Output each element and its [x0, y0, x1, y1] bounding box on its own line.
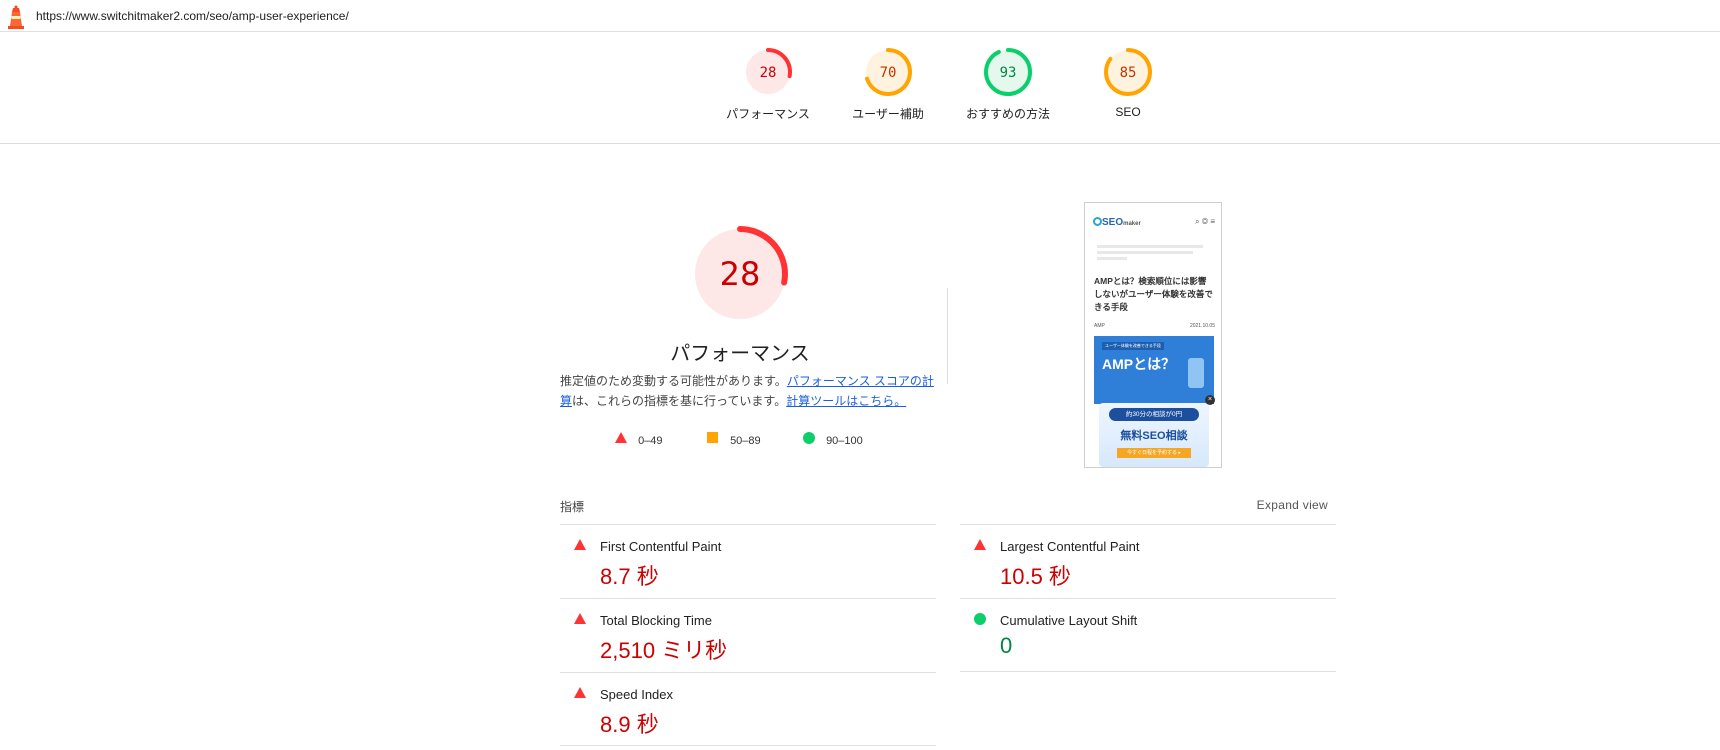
calculator-link[interactable]: 計算ツールはこちら。 [786, 394, 906, 408]
gauge-performance[interactable]: 28 パフォーマンス [698, 47, 838, 122]
score-description: 推定値のため変動する可能性があります。パフォーマンス スコアの計算は、これらの指… [560, 371, 940, 411]
metric-value: 8.7 秒 [600, 564, 659, 589]
thumb-banner: ユーザー体験を改善できる手段 AMPとは？ [1094, 336, 1214, 404]
circle-icon [974, 613, 986, 625]
thumb-header-icons: ⌕ ◎ ≡ [1195, 217, 1215, 226]
desc-text: 推定値のため変動する可能性があります。 [560, 374, 787, 388]
metric-name: Largest Contentful Paint [1000, 539, 1140, 554]
legend-range: 90–100 [826, 435, 863, 448]
gauge-accessibility[interactable]: 70 ユーザー補助 [818, 47, 958, 122]
expand-view-button[interactable]: Expand view [1230, 498, 1328, 512]
metric-fcp: First Contentful Paint 8.7 秒 [560, 524, 936, 598]
svg-text:28: 28 [760, 65, 777, 81]
triangle-icon [974, 539, 986, 550]
triangle-icon [574, 613, 586, 624]
metric-lcp: Largest Contentful Paint 10.5 秒 [960, 524, 1336, 598]
thumb-date: 2021.10.05 [1189, 323, 1215, 329]
gauge-label: SEO [1115, 105, 1141, 119]
circle-icon [803, 432, 815, 444]
svg-text:70: 70 [880, 65, 897, 81]
gauge-icon: 28 [744, 48, 792, 96]
metric-value: 2,510 ミリ秒 [600, 638, 728, 663]
metric-cls: Cumulative Layout Shift 0 [960, 598, 1336, 672]
gauge-label: パフォーマンス [726, 107, 810, 121]
divider [960, 671, 1336, 672]
legend-pass: 90–100 [803, 432, 863, 447]
divider [947, 288, 948, 384]
legend-fail: 0–49 [615, 432, 663, 447]
metrics-header: 指標 [560, 500, 585, 514]
final-screenshot-thumbnail[interactable]: SEOmaker ⌕ ◎ ≡ AMPとは？検索順位には影響しないがユーザー体験を… [1084, 202, 1222, 468]
top-bar: https://www.switchitmaker2.com/seo/amp-u… [0, 0, 1720, 32]
page-url[interactable]: https://www.switchitmaker2.com/seo/amp-u… [36, 9, 349, 23]
metric-value: 0 [1000, 633, 1013, 658]
metric-name: Total Blocking Time [600, 613, 712, 628]
gauge-icon: 93 [984, 48, 1032, 96]
lighthouse-logo-icon [8, 5, 24, 29]
category-gauges: 28 パフォーマンス 70 ユーザー補助 93 おすすめの方法 85 SEO [0, 33, 1720, 144]
metric-value: 10.5 秒 [1000, 564, 1071, 589]
metric-name: Cumulative Layout Shift [1000, 613, 1138, 628]
thumb-brand: SEOmaker [1093, 217, 1141, 228]
legend-average: 50–89 [707, 432, 761, 447]
triangle-icon [574, 687, 586, 698]
gauge-seo[interactable]: 85 SEO [1058, 47, 1198, 119]
square-icon [707, 432, 718, 443]
performance-score-gauge: 28 パフォーマンス [620, 222, 860, 366]
gauge-best-practices[interactable]: 93 おすすめの方法 [938, 47, 1078, 122]
metric-tbt: Total Blocking Time 2,510 ミリ秒 [560, 598, 936, 672]
big-gauge-icon: 28 [692, 226, 788, 322]
metric-si: Speed Index 8.9 秒 [560, 672, 936, 746]
svg-text:85: 85 [1120, 65, 1137, 81]
gauge-icon: 85 [1104, 48, 1152, 96]
svg-text:93: 93 [1000, 65, 1017, 81]
close-icon: × [1205, 395, 1215, 405]
gauge-label: ユーザー補助 [852, 107, 924, 121]
metric-value: 8.9 秒 [600, 712, 659, 737]
thumb-headline: AMPとは？検索順位には影響しないがユーザー体験を改善できる手段 [1094, 276, 1213, 312]
divider [560, 745, 936, 746]
legend-range: 50–89 [730, 435, 761, 448]
metric-name: First Contentful Paint [600, 539, 722, 554]
legend-range: 0–49 [638, 435, 663, 448]
thumb-consult-popup: 約30分の相談が0円 無料SEO相談 今すぐ日程を予約する ▸ × [1099, 395, 1215, 467]
thumb-tag: AMP [1094, 323, 1105, 329]
performance-title: パフォーマンス [670, 343, 810, 365]
gauge-label: おすすめの方法 [965, 107, 1050, 121]
gauge-icon: 70 [864, 48, 912, 96]
triangle-icon [574, 539, 586, 550]
big-score: 28 [720, 255, 761, 293]
desc-text: は、これらの指標を基に行っています。 [572, 394, 787, 408]
metric-name: Speed Index [600, 687, 674, 702]
triangle-icon [615, 432, 627, 443]
